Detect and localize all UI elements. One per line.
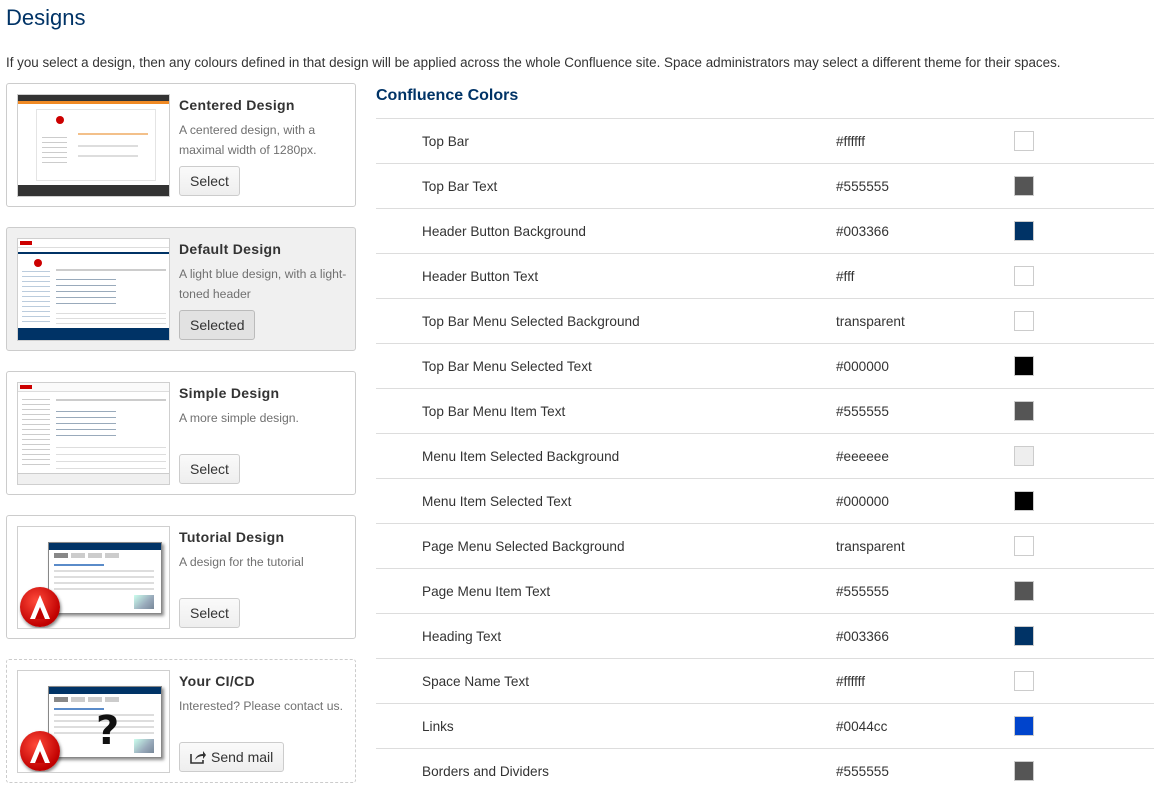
color-value: #003366 xyxy=(836,224,889,239)
share-icon xyxy=(190,745,206,773)
color-value: #000000 xyxy=(836,494,889,509)
color-name: Top Bar Menu Item Text xyxy=(422,404,566,419)
color-name: Menu Item Selected Background xyxy=(422,449,620,464)
design-thumbnail xyxy=(17,238,170,341)
design-description: A light blue design, with a light-toned … xyxy=(179,267,347,301)
select-button[interactable]: Select xyxy=(179,598,240,628)
color-value: #555555 xyxy=(836,179,889,194)
color-value: #fff xyxy=(836,269,855,284)
color-value: #ffffff xyxy=(836,674,865,689)
color-value: #003366 xyxy=(836,629,889,644)
color-row: Space Name Text #ffffff xyxy=(376,658,1154,703)
color-row: Links #0044cc xyxy=(376,703,1154,748)
color-row: Menu Item Selected Background #eeeeee xyxy=(376,433,1154,478)
colors-table: Top Bar #ffffff Top Bar Text #555555 Header … xyxy=(376,118,1154,793)
color-name: Top Bar xyxy=(422,134,469,149)
design-title: Your CI/CD xyxy=(179,673,255,689)
design-card-default: Default Design A light blue design, with … xyxy=(6,227,356,351)
color-name: Top Bar Menu Selected Text xyxy=(422,359,592,374)
color-swatch xyxy=(1014,446,1034,466)
color-row: Top Bar Text #555555 xyxy=(376,163,1154,208)
color-swatch xyxy=(1014,716,1034,736)
color-swatch xyxy=(1014,671,1034,691)
color-swatch xyxy=(1014,491,1034,511)
color-value: #ffffff xyxy=(836,134,865,149)
select-button[interactable]: Select xyxy=(179,454,240,484)
color-swatch xyxy=(1014,131,1034,151)
color-value: #555555 xyxy=(836,764,889,779)
color-row: Top Bar Menu Selected Background transpar… xyxy=(376,298,1154,343)
color-name: Top Bar Text xyxy=(422,179,498,194)
color-swatch xyxy=(1014,581,1034,601)
select-button[interactable]: Select xyxy=(179,166,240,196)
color-name: Page Menu Item Text xyxy=(422,584,551,599)
design-thumbnail xyxy=(17,94,170,197)
button-label: Send mail xyxy=(211,749,274,765)
color-swatch xyxy=(1014,536,1034,556)
color-row: Borders and Dividers #555555 xyxy=(376,748,1154,793)
color-swatch xyxy=(1014,626,1034,646)
color-row: Top Bar Menu Item Text #555555 xyxy=(376,388,1154,433)
color-name: Links xyxy=(422,719,454,734)
design-thumbnail xyxy=(17,382,170,485)
color-value: #555555 xyxy=(836,584,889,599)
color-swatch xyxy=(1014,401,1034,421)
selected-button[interactable]: Selected xyxy=(179,310,256,340)
color-row: Page Menu Selected Background transparent xyxy=(376,523,1154,568)
color-swatch xyxy=(1014,311,1034,331)
page-title: Designs xyxy=(6,5,86,30)
color-row: Top Bar #ffffff xyxy=(376,118,1154,163)
color-name: Space Name Text xyxy=(422,674,530,689)
design-thumbnail: ? xyxy=(17,670,170,773)
send-mail-button[interactable]: Send mail xyxy=(179,742,285,773)
color-swatch xyxy=(1014,761,1034,781)
color-name: Heading Text xyxy=(422,629,502,644)
intro-text: If you select a design, then any colours… xyxy=(6,55,1061,70)
design-description: A design for the tutorial xyxy=(179,555,304,569)
colors-title: Confluence Colors xyxy=(376,87,519,104)
design-list: Centered Design A centered design, with a… xyxy=(6,83,356,803)
design-title: Simple Design xyxy=(179,385,280,401)
color-row: Top Bar Menu Selected Text #000000 xyxy=(376,343,1154,388)
design-description: A centered design, with a maximal width … xyxy=(179,123,317,157)
color-swatch xyxy=(1014,356,1034,376)
design-description: A more simple design. xyxy=(179,411,299,425)
design-card-tutorial: Tutorial Design A design for the tutorial… xyxy=(6,515,356,639)
color-value: transparent xyxy=(836,314,905,329)
color-row: Header Button Background #003366 xyxy=(376,208,1154,253)
color-swatch xyxy=(1014,266,1034,286)
color-value: #eeeeee xyxy=(836,449,889,464)
color-name: Header Button Text xyxy=(422,269,539,284)
design-description: Interested? Please contact us. xyxy=(179,699,343,713)
color-row: Page Menu Item Text #555555 xyxy=(376,568,1154,613)
color-row: Header Button Text #fff xyxy=(376,253,1154,298)
design-thumbnail xyxy=(17,526,170,629)
color-name: Header Button Background xyxy=(422,224,586,239)
color-swatch xyxy=(1014,176,1034,196)
color-row: Menu Item Selected Text #000000 xyxy=(376,478,1154,523)
color-value: transparent xyxy=(836,539,905,554)
color-row: Heading Text #003366 xyxy=(376,613,1154,658)
design-title: Default Design xyxy=(179,241,282,257)
color-name: Menu Item Selected Text xyxy=(422,494,572,509)
color-swatch xyxy=(1014,221,1034,241)
color-name: Page Menu Selected Background xyxy=(422,539,625,554)
design-card-centered: Centered Design A centered design, with a… xyxy=(6,83,356,207)
design-card-simple: Simple Design A more simple design. Select xyxy=(6,371,356,495)
color-name: Top Bar Menu Selected Background xyxy=(422,314,640,329)
color-value: #000000 xyxy=(836,359,889,374)
design-title: Centered Design xyxy=(179,97,295,113)
design-title: Tutorial Design xyxy=(179,529,285,545)
color-name: Borders and Dividers xyxy=(422,764,549,779)
design-card-custom: ? Your CI/CD Interested? Please contact us… xyxy=(6,659,356,783)
color-value: #555555 xyxy=(836,404,889,419)
color-value: #0044cc xyxy=(836,719,888,734)
